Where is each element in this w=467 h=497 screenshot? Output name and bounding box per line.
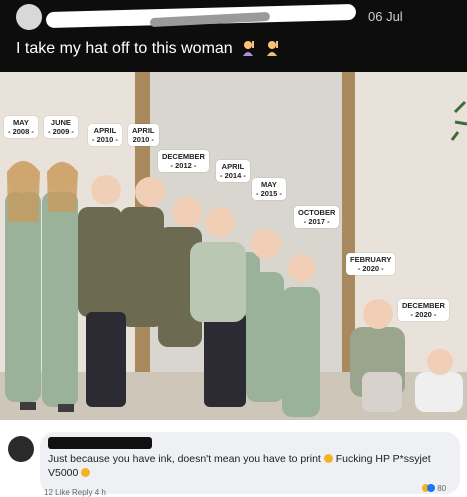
post-photo[interactable]: MAY - 2008 - JUNE - 2009 - APRIL - 2010 - A… — [0, 72, 467, 420]
birth-label: FEBRUARY - 2020 - — [346, 253, 396, 275]
post-date[interactable]: 06 Jul — [368, 9, 403, 24]
like-reaction-icon — [427, 484, 435, 492]
birth-label: APRIL - 2010 - — [88, 124, 122, 146]
birth-label: APRIL - 2014 - — [216, 160, 250, 182]
woman-raising-hand-emoji-2 — [266, 41, 278, 56]
comment-text: Just because you have ink, doesn't mean … — [48, 453, 431, 479]
post-header: 06 Jul I take my hat off to this woman — [0, 0, 467, 72]
redacted-commenter-name[interactable] — [48, 437, 152, 449]
caption-text: I take my hat off to this woman — [16, 40, 233, 57]
poster-avatar[interactable] — [16, 4, 42, 30]
comment-bubble: Just because you have ink, doesn't mean … — [40, 432, 460, 494]
post-caption: I take my hat off to this woman — [16, 40, 280, 58]
birth-label: APRIL 2010 - — [128, 124, 159, 146]
sad-face-emoji — [323, 454, 333, 463]
birth-label: OCTOBER - 2017 - — [294, 206, 340, 228]
sad-face-emoji-2 — [81, 468, 91, 477]
birth-label: DECEMBER - 2020 - — [398, 299, 449, 321]
commenter-avatar[interactable] — [8, 436, 34, 462]
birth-label: MAY - 2015 - — [252, 178, 286, 200]
woman-raising-hand-emoji — [243, 41, 255, 56]
birth-label: JUNE - 2009 - — [44, 116, 78, 138]
reaction-summary[interactable]: 80 — [422, 484, 446, 493]
birth-label: DECEMBER - 2012 - — [158, 150, 209, 172]
birth-label: MAY - 2008 - — [4, 116, 38, 138]
comment-section: Just because you have ink, doesn't mean … — [0, 420, 467, 496]
